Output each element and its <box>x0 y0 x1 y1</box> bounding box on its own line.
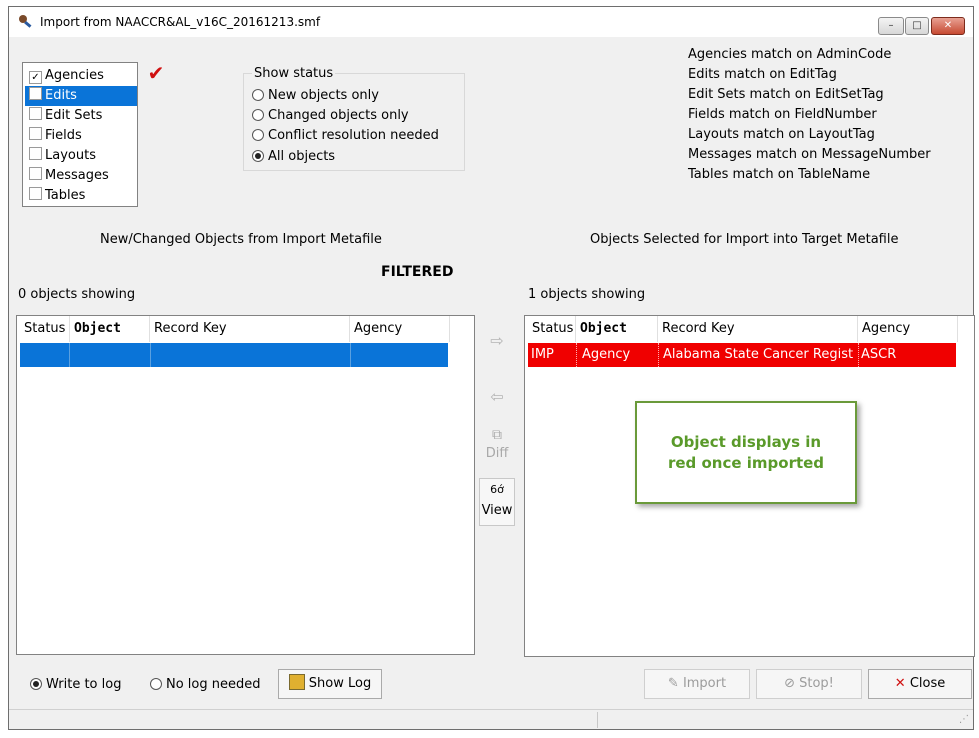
match-info-line: Agencies match on AdminCode <box>688 47 892 62</box>
checkbox-icon[interactable] <box>29 107 42 120</box>
glasses-icon: 6ớ <box>490 483 504 496</box>
grid-cell-divider <box>858 343 860 367</box>
resize-grip-icon[interactable]: ⋰ <box>959 714 969 725</box>
match-info-line: Layouts match on LayoutTag <box>688 127 875 142</box>
radio-new-objects[interactable]: New objects only <box>252 86 379 106</box>
match-info-line: Fields match on FieldNumber <box>688 107 877 122</box>
radio-icon[interactable] <box>150 678 162 690</box>
radio-conflict-resolution[interactable]: Conflict resolution needed <box>252 126 439 146</box>
grid-cell-divider <box>350 343 351 367</box>
import-button[interactable]: ✎ Import <box>644 669 750 699</box>
radio-selected-icon[interactable] <box>30 678 42 690</box>
arrow-right-icon: ⇨ <box>490 331 504 350</box>
table-row[interactable]: IMP Agency Alabama State Cancer Regist A… <box>528 343 956 367</box>
check-all-button[interactable]: ✔ <box>145 62 167 84</box>
minimize-icon: – <box>888 20 894 31</box>
window-title: Import from NAACCR&AL_v16C_20161213.smf <box>40 15 321 29</box>
checkmark-icon: ✔ <box>147 61 165 85</box>
object-type-messages[interactable]: Messages <box>25 166 125 186</box>
checkbox-icon[interactable] <box>29 147 42 160</box>
object-type-edit-sets[interactable]: Edit Sets <box>25 106 125 126</box>
column-header-object[interactable]: Object <box>576 316 658 342</box>
table-row[interactable] <box>20 343 448 367</box>
view-button[interactable]: 6ớ View <box>479 478 515 526</box>
grid-cell-divider <box>69 343 70 367</box>
object-type-list[interactable]: ✓ Agencies Edits Edit Sets Fields Layouts… <box>22 62 138 207</box>
stop-button[interactable]: ⊘ Stop! <box>756 669 862 699</box>
checkbox-icon[interactable] <box>29 167 42 180</box>
minimize-button[interactable]: – <box>878 17 904 35</box>
right-count-label: 1 objects showing <box>528 287 646 302</box>
row-status: IMP <box>531 347 554 362</box>
object-type-layouts[interactable]: Layouts <box>25 146 125 166</box>
right-object-grid[interactable]: Status Object Record Key Agency IMP Agen… <box>524 315 975 657</box>
radio-icon[interactable] <box>252 109 264 121</box>
view-label: View <box>481 503 513 518</box>
grid-cell-divider <box>658 343 660 367</box>
diff-icon: ⧉ <box>492 427 502 443</box>
row-agency: ASCR <box>861 347 897 362</box>
import-icon: ✎ <box>667 676 679 691</box>
status-bar: ⋰ <box>9 709 973 730</box>
checkbox-icon[interactable] <box>29 187 42 200</box>
filtered-label: FILTERED <box>381 264 454 280</box>
row-object: Agency <box>582 347 631 362</box>
left-count-label: 0 objects showing <box>18 287 136 302</box>
object-type-edits[interactable]: Edits <box>25 86 137 106</box>
close-icon: ✕ <box>943 20 953 31</box>
status-bar-divider <box>597 712 598 728</box>
radio-icon[interactable] <box>252 129 264 141</box>
arrow-left-icon: ⇦ <box>490 387 504 406</box>
stop-icon: ⊘ <box>784 676 795 691</box>
column-header-status[interactable]: Status <box>20 316 70 342</box>
column-header-record-key[interactable]: Record Key <box>658 316 858 342</box>
log-icon <box>288 674 305 690</box>
radio-no-log-needed[interactable]: No log needed <box>150 675 261 695</box>
radio-icon[interactable] <box>252 89 264 101</box>
checkbox-icon[interactable] <box>29 87 42 100</box>
object-type-fields[interactable]: Fields <box>25 126 125 146</box>
add-to-import-button[interactable]: ⇨ <box>480 322 514 360</box>
radio-write-to-log[interactable]: Write to log <box>30 675 121 695</box>
match-info-line: Tables match on TableName <box>688 167 871 182</box>
close-x-icon: ✕ <box>894 676 906 691</box>
radio-selected-icon[interactable] <box>252 150 264 162</box>
remove-from-import-button[interactable]: ⇦ <box>480 378 514 416</box>
column-header-status[interactable]: Status <box>528 316 576 342</box>
app-icon <box>17 13 33 29</box>
maximize-button[interactable]: □ <box>905 17 929 35</box>
column-header-record-key[interactable]: Record Key <box>150 316 350 342</box>
diff-button[interactable]: ⧉ Diff <box>480 425 514 473</box>
match-info: Agencies match on AdminCode Edits match … <box>688 45 931 185</box>
grid-cell-divider <box>150 343 151 367</box>
show-status-title: Show status <box>252 65 336 83</box>
show-log-button[interactable]: Show Log <box>278 669 382 699</box>
grid-cell-divider <box>576 343 578 367</box>
radio-all-objects[interactable]: All objects <box>252 147 335 167</box>
object-type-agencies[interactable]: ✓ Agencies <box>25 66 125 86</box>
row-record-key: Alabama State Cancer Regist <box>663 347 854 362</box>
checkbox-icon[interactable]: ✓ <box>29 71 42 84</box>
annotation-callout: Object displays in red once imported <box>635 401 857 504</box>
column-header-object[interactable]: Object <box>70 316 150 342</box>
diff-label: Diff <box>485 446 509 461</box>
maximize-icon: □ <box>912 20 922 31</box>
window-close-button[interactable]: ✕ <box>931 17 965 35</box>
left-panel-heading: New/Changed Objects from Import Metafile <box>100 232 382 247</box>
column-header-agency[interactable]: Agency <box>858 316 958 342</box>
radio-changed-objects[interactable]: Changed objects only <box>252 106 409 126</box>
callout-text: Object displays in red once imported <box>667 432 825 472</box>
object-type-tables[interactable]: Tables <box>25 186 125 206</box>
match-info-line: Edit Sets match on EditSetTag <box>688 87 884 102</box>
close-button[interactable]: ✕ Close <box>868 669 972 699</box>
left-object-grid[interactable]: Status Object Record Key Agency <box>16 315 475 655</box>
match-info-line: Edits match on EditTag <box>688 67 837 82</box>
right-panel-heading: Objects Selected for Import into Target … <box>590 232 899 247</box>
match-info-line: Messages match on MessageNumber <box>688 147 931 162</box>
checkbox-icon[interactable] <box>29 127 42 140</box>
column-header-agency[interactable]: Agency <box>350 316 450 342</box>
